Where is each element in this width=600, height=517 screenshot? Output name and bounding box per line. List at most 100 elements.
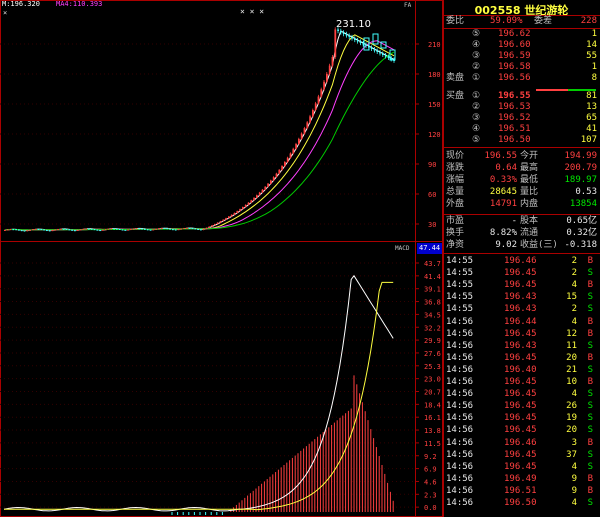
macd-tick-label: 34.5 (424, 311, 441, 319)
tick-price: 196.43 (504, 304, 537, 315)
stat-label: 最高 (520, 163, 539, 173)
candle-body (149, 229, 152, 231)
tick-row[interactable]: 14:56 196.49 9 B (444, 474, 599, 485)
tick-time: 14:56 (446, 364, 474, 375)
candle-body (236, 211, 239, 213)
candle-body (34, 228, 37, 230)
tick-row[interactable]: 14:56 196.45 12 B (444, 329, 599, 340)
fund-label: 净资 (446, 240, 465, 250)
candle-body (26, 230, 29, 232)
tick-row[interactable]: 14:56 196.45 37 S (444, 450, 599, 461)
candle-body (289, 153, 292, 158)
candle-body (99, 230, 101, 232)
kline-chart[interactable]: 210 180 150 120 90 60 30 43.7 41.4 39.1 36.8 34.5 3… (0, 0, 443, 517)
tick-row[interactable]: 14:56 196.50 4 S (444, 498, 599, 509)
candle-body (194, 228, 197, 230)
macd-tick-label: 20.7 (424, 389, 441, 397)
tick-row[interactable]: 14:56 196.45 20 B (444, 353, 599, 364)
stat-label: 总量 (446, 187, 465, 197)
bid-volume: 107 (580, 135, 597, 145)
candle-body (225, 218, 227, 220)
tick-row[interactable]: 14:56 196.45 19 S (444, 413, 599, 424)
macd-grid (0, 262, 415, 508)
fund-label: 收益(三) (520, 240, 558, 250)
macd-tick-label: 23.0 (424, 376, 441, 384)
stat-row: 总量 28645 量比 0.53 (444, 187, 599, 198)
tick-row[interactable]: 14:56 196.40 21 S (444, 365, 599, 376)
tick-row[interactable]: 14:56 196.46 3 B (444, 438, 599, 449)
candlesticks (4, 27, 396, 232)
candle-body (102, 229, 104, 231)
price-axis: 210 180 150 120 90 60 30 (415, 41, 441, 229)
candle-body (354, 38, 356, 40)
candle-body (247, 202, 250, 205)
macd-tick-label: 29.9 (424, 337, 441, 345)
macd-tick-label: 43.7 (424, 260, 441, 268)
tick-row[interactable]: 14:56 196.45 20 S (444, 425, 599, 436)
tick-price: 196.49 (504, 473, 537, 484)
candle-body (107, 228, 110, 230)
candle-body (135, 228, 138, 230)
tick-volume: 21 (566, 364, 577, 375)
tick-volume: 4 (571, 280, 577, 291)
tick-time: 14:56 (446, 485, 474, 496)
tick-row[interactable]: 14:56 196.45 26 S (444, 401, 599, 412)
candle-body (239, 209, 241, 212)
tick-time: 14:55 (446, 268, 474, 279)
quote-panel: 002558 世纪游轮 委比 59.09% 委差 228 ⑤ 196.62 1 ④ 19… (443, 0, 600, 517)
candle-body (205, 227, 208, 229)
tick-row[interactable]: 14:56 196.45 4 S (444, 389, 599, 400)
tick-row[interactable]: 14:56 196.45 10 B (444, 377, 599, 388)
tick-row[interactable]: 14:55 196.45 4 B (444, 280, 599, 291)
macd-tick-label: 6.9 (424, 466, 437, 474)
tick-row[interactable]: 14:56 196.51 9 B (444, 486, 599, 497)
candle-body (295, 143, 297, 149)
candle-body (228, 216, 230, 219)
candle-body (323, 81, 325, 90)
price-tick-label: 180 (428, 71, 441, 79)
bid-price: 196.53 (498, 102, 531, 112)
tick-row[interactable]: 14:55 196.46 2 B (444, 256, 599, 267)
candle-body (169, 228, 171, 230)
tick-time: 14:56 (446, 328, 474, 339)
macd-tick-label: 13.8 (424, 427, 441, 435)
tick-row[interactable]: 14:55 196.43 15 S (444, 292, 599, 303)
stat-value: 189.97 (564, 175, 597, 185)
chart-area[interactable]: 210 180 150 120 90 60 30 43.7 41.4 39.1 36.8 34.5 3… (0, 0, 443, 517)
ask-price: 196.58 (498, 62, 531, 72)
committee-diff-label: 委差 (534, 16, 553, 26)
tick-row[interactable]: 14:55 196.43 2 S (444, 304, 599, 315)
tick-row[interactable]: 14:55 196.45 2 S (444, 268, 599, 279)
tick-time: 14:56 (446, 498, 474, 508)
ask-level: ② (472, 62, 481, 72)
tick-price: 196.43 (504, 292, 537, 303)
fund-value: 0.32亿 (566, 228, 597, 238)
ma-line-magenta (4, 40, 395, 231)
ask-row: ② 196.58 1 (444, 62, 599, 73)
candle-body (186, 227, 188, 229)
ma-line-white (4, 30, 395, 231)
candle-body (138, 228, 141, 230)
candle-body (278, 169, 281, 174)
tick-row[interactable]: 14:56 196.45 4 S (444, 462, 599, 473)
stat-value: 0.33% (489, 175, 517, 185)
tick-price: 196.45 (504, 280, 537, 291)
tick-row[interactable]: 14:56 196.43 11 S (444, 341, 599, 352)
tick-time: 14:56 (446, 389, 474, 400)
tick-volume: 4 (571, 389, 577, 400)
tick-time: 14:56 (446, 425, 474, 436)
candle-body (9, 229, 12, 231)
candle-body (116, 228, 118, 230)
candle-body (253, 197, 255, 201)
candle-body (132, 228, 135, 230)
tick-time: 14:56 (446, 437, 474, 448)
tick-side: B (587, 352, 593, 363)
tick-time: 14:56 (446, 316, 474, 327)
tick-row[interactable]: 14:56 196.44 4 B (444, 317, 599, 328)
candle-body (286, 157, 289, 162)
fund-value: - (511, 216, 517, 226)
fund-row: 净资 9.02 收益(三) -0.318 (444, 240, 599, 251)
ma-line-green (4, 51, 395, 231)
bid-volume: 13 (586, 102, 597, 112)
tick-side: B (587, 328, 593, 339)
